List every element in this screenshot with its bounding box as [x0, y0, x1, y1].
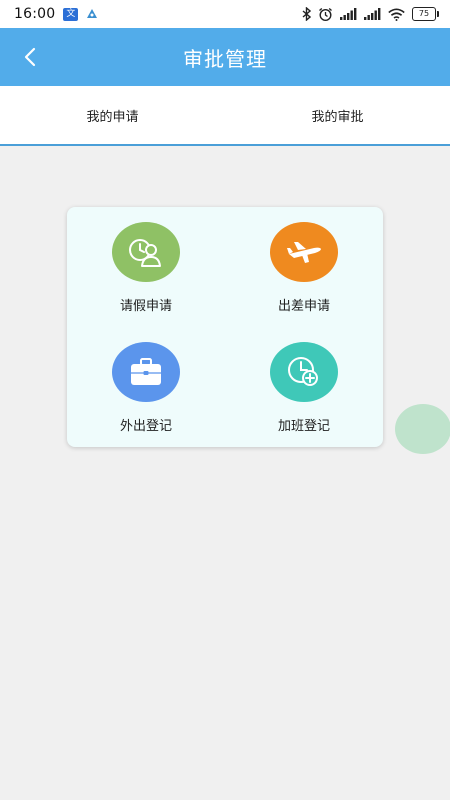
leave-request-button[interactable]: 请假申请: [86, 222, 206, 332]
outing-register-label: 外出登记: [119, 419, 172, 434]
outing-register-circle: [112, 342, 180, 402]
app-header: 审批管理: [0, 28, 450, 86]
page-title: 审批管理: [183, 46, 267, 71]
leave-request-circle: [112, 222, 180, 282]
status-time: 16:00: [14, 6, 56, 22]
alarm-icon: [319, 7, 332, 21]
overtime-register-circle: [270, 342, 338, 402]
tab-my-applications[interactable]: 我的申请: [0, 86, 225, 144]
signal-icon: [340, 8, 357, 20]
briefcase-icon: [131, 358, 161, 385]
status-bar: 16:00 文 75: [0, 0, 450, 28]
notification-app-icon: [87, 9, 98, 18]
business-trip-circle: [270, 222, 338, 282]
chevron-left-icon: [24, 47, 36, 67]
floating-button[interactable]: [395, 404, 450, 454]
overtime-register-button[interactable]: 加班登记: [244, 342, 364, 452]
leave-request-label: 请假申请: [119, 299, 172, 314]
wifi-icon: [388, 8, 405, 21]
clock-person-icon: [129, 239, 161, 267]
action-card: 请假申请 出差申请 外出登记 加班登记: [67, 207, 383, 447]
clock-plus-icon: [288, 357, 318, 386]
business-trip-request-button[interactable]: 出差申请: [244, 222, 364, 332]
overtime-register-label: 加班登记: [277, 419, 330, 434]
translate-app-icon: 文: [63, 7, 79, 21]
airplane-icon: [287, 242, 321, 263]
outing-register-button[interactable]: 外出登记: [86, 342, 206, 452]
bluetooth-icon: [302, 7, 311, 21]
tab-bar: 我的申请 我的审批: [0, 86, 450, 146]
tab-my-approvals[interactable]: 我的审批: [225, 86, 450, 144]
battery-icon: 75: [412, 7, 439, 21]
signal-icon: [364, 8, 381, 20]
business-trip-label: 出差申请: [277, 299, 330, 314]
back-button[interactable]: [10, 28, 50, 86]
